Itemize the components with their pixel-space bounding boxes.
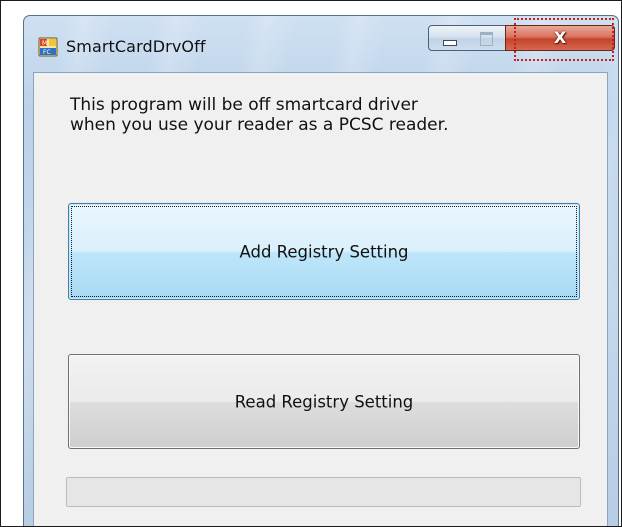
svg-text:FC: FC [43,49,51,56]
client-area: This program will be off smartcard drive… [33,72,608,526]
minimize-icon [443,40,457,46]
svg-text:M: M [42,40,47,47]
add-registry-setting-label: Add Registry Setting [239,242,409,261]
window-title: SmartCardDrvOff [66,37,206,56]
progress-bar [66,477,581,507]
description-line-1: This program will be off smartcard drive… [70,95,418,115]
minimize-button[interactable] [428,25,469,51]
read-registry-setting-button[interactable]: Read Registry Setting [68,354,580,449]
maximize-icon [480,32,493,46]
description-line-2: when you use your reader as a PCSC reade… [70,115,449,135]
maximize-button[interactable] [468,25,506,51]
close-button-highlight [514,18,614,61]
smartcard-app-icon: M FC [38,37,58,57]
screenshot-frame: M FC SmartCardDrvOff X This program will… [0,0,622,527]
app-window: M FC SmartCardDrvOff X This program will… [23,15,619,526]
description-text: This program will be off smartcard drive… [70,95,448,135]
title-bar[interactable]: M FC SmartCardDrvOff X [24,16,618,68]
add-registry-setting-button[interactable]: Add Registry Setting [68,203,580,300]
read-registry-setting-label: Read Registry Setting [234,392,414,411]
